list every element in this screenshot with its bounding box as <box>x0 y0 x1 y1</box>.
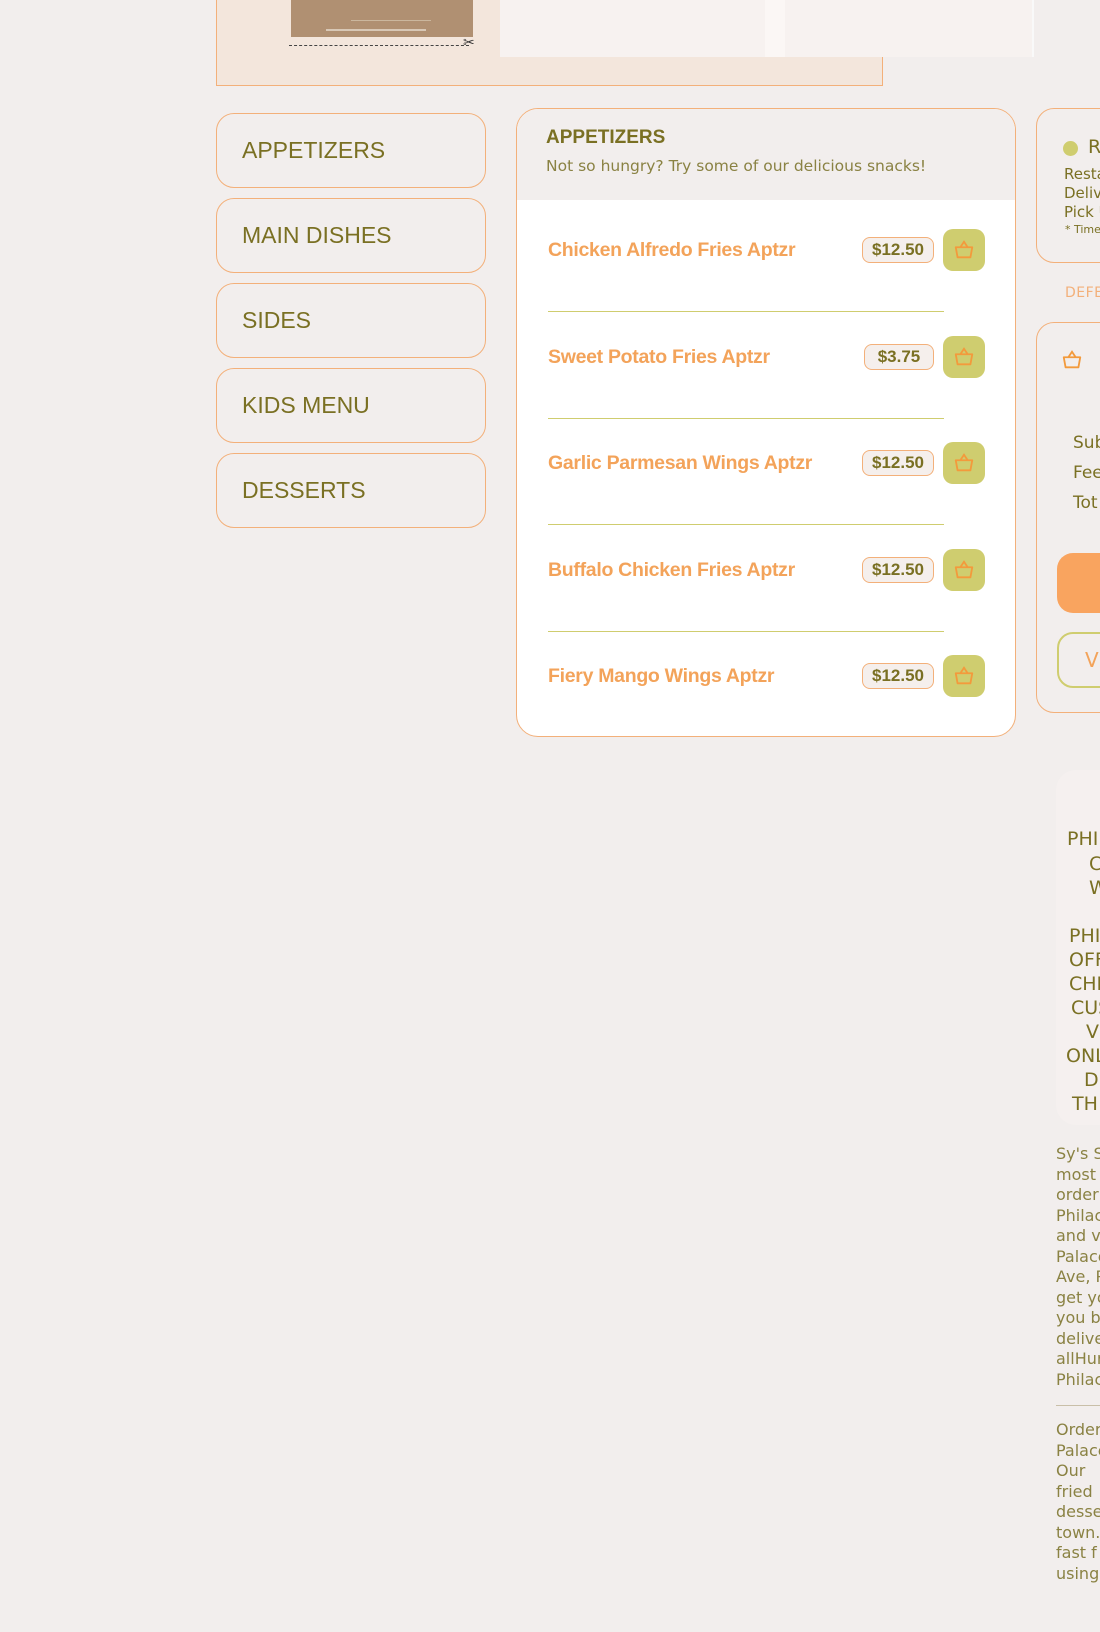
fees-label: Fee <box>1073 463 1100 483</box>
item-divider <box>548 524 944 525</box>
promo-line: CHI <box>1069 973 1100 995</box>
item-name[interactable]: Buffalo Chicken Fries Aptzr <box>548 557 795 583</box>
promo-line: V <box>1086 1021 1099 1043</box>
defer-link[interactable]: DEFE <box>1065 285 1100 301</box>
menu-subtitle: Not so hungry? Try some of our delicious… <box>546 157 927 175</box>
coupon-cut-line <box>289 45 469 46</box>
menu-item[interactable]: Garlic Parmesan Wings Aptzr $12.50 <box>517 442 1015 556</box>
promo-line: PHI <box>1067 828 1099 850</box>
scissors-icon: ✂ <box>463 35 475 51</box>
menu-item[interactable]: Buffalo Chicken Fries Aptzr $12.50 <box>517 548 1015 663</box>
basket-icon <box>954 559 974 578</box>
menu-item[interactable]: Fiery Mango Wings Aptzr $12.50 <box>517 655 1015 736</box>
add-to-cart-button[interactable] <box>943 655 985 697</box>
subtotal-label: Sub <box>1073 433 1100 453</box>
item-name[interactable]: Chicken Alfredo Fries Aptzr <box>548 237 796 263</box>
item-price: $12.50 <box>862 450 934 476</box>
divider <box>1056 1405 1100 1406</box>
cart-card: Sub Fee Tot Vi <box>1036 322 1100 713</box>
add-to-cart-button[interactable] <box>943 229 985 271</box>
promo-line: ONL <box>1066 1045 1100 1067</box>
promo-line: PHI <box>1069 925 1100 947</box>
category-appetizers[interactable]: APPETIZERS <box>216 113 486 188</box>
add-to-cart-button[interactable] <box>943 548 985 591</box>
category-desserts[interactable]: DESSERTS <box>216 453 486 528</box>
menu-title: APPETIZERS <box>546 127 666 148</box>
category-sides[interactable]: SIDES <box>216 283 486 358</box>
status-line: Resta <box>1064 165 1100 183</box>
status-dot-icon <box>1063 141 1078 156</box>
status-text: R <box>1088 136 1100 158</box>
view-cart-button[interactable]: Vi <box>1057 632 1100 688</box>
promo-line: C <box>1089 853 1100 875</box>
about-text-2: Order Palace Our fried desse town. fast … <box>1056 1420 1100 1583</box>
category-main-dishes[interactable]: MAIN DISHES <box>216 198 486 273</box>
menu-header: APPETIZERS Not so hungry? Try some of ou… <box>517 109 1015 200</box>
coupon-stripe <box>765 0 785 57</box>
promo-line: TH <box>1072 1093 1098 1115</box>
status-line: Pick U <box>1064 203 1100 221</box>
menu-item[interactable]: Sweet Potato Fries Aptzr $3.75 <box>517 335 1015 450</box>
menu-panel: APPETIZERS Not so hungry? Try some of ou… <box>516 108 1016 737</box>
status-line: Deliv <box>1064 184 1100 202</box>
item-name[interactable]: Fiery Mango Wings Aptzr <box>548 663 775 689</box>
food-photo <box>291 0 473 37</box>
add-to-cart-button[interactable] <box>943 442 985 484</box>
item-price: $12.50 <box>862 556 934 583</box>
status-note: * Time <box>1065 223 1100 236</box>
restaurant-status-card: R Resta Deliv Pick U * Time <box>1036 108 1100 263</box>
basket-icon <box>954 346 974 365</box>
hero-coupon-image <box>283 0 817 57</box>
basket-icon <box>954 666 974 685</box>
basket-icon <box>954 240 974 259</box>
category-kids-menu[interactable]: KIDS MENU <box>216 368 486 443</box>
item-divider <box>548 417 944 419</box>
promo-line: DI <box>1084 1069 1100 1091</box>
item-price: $12.50 <box>862 663 934 689</box>
promo-line: W <box>1089 877 1100 899</box>
menu-item[interactable]: Chicken Alfredo Fries Aptzr $12.50 <box>517 229 1015 343</box>
item-divider <box>548 311 944 312</box>
promo-line: OFF <box>1069 949 1100 971</box>
about-text: Sy's S most order Philac and vi Palace A… <box>1056 1144 1100 1389</box>
item-divider <box>548 630 944 632</box>
promo-line: CUS <box>1071 997 1100 1019</box>
item-name[interactable]: Garlic Parmesan Wings Aptzr <box>548 450 812 476</box>
item-price: $12.50 <box>862 237 934 263</box>
item-price: $3.75 <box>864 343 934 370</box>
add-to-cart-button[interactable] <box>943 335 985 378</box>
checkout-button[interactable] <box>1057 553 1100 613</box>
basket-icon <box>1062 350 1082 369</box>
total-label: Tot <box>1073 493 1098 513</box>
item-name[interactable]: Sweet Potato Fries Aptzr <box>548 344 770 370</box>
basket-icon <box>954 453 974 472</box>
